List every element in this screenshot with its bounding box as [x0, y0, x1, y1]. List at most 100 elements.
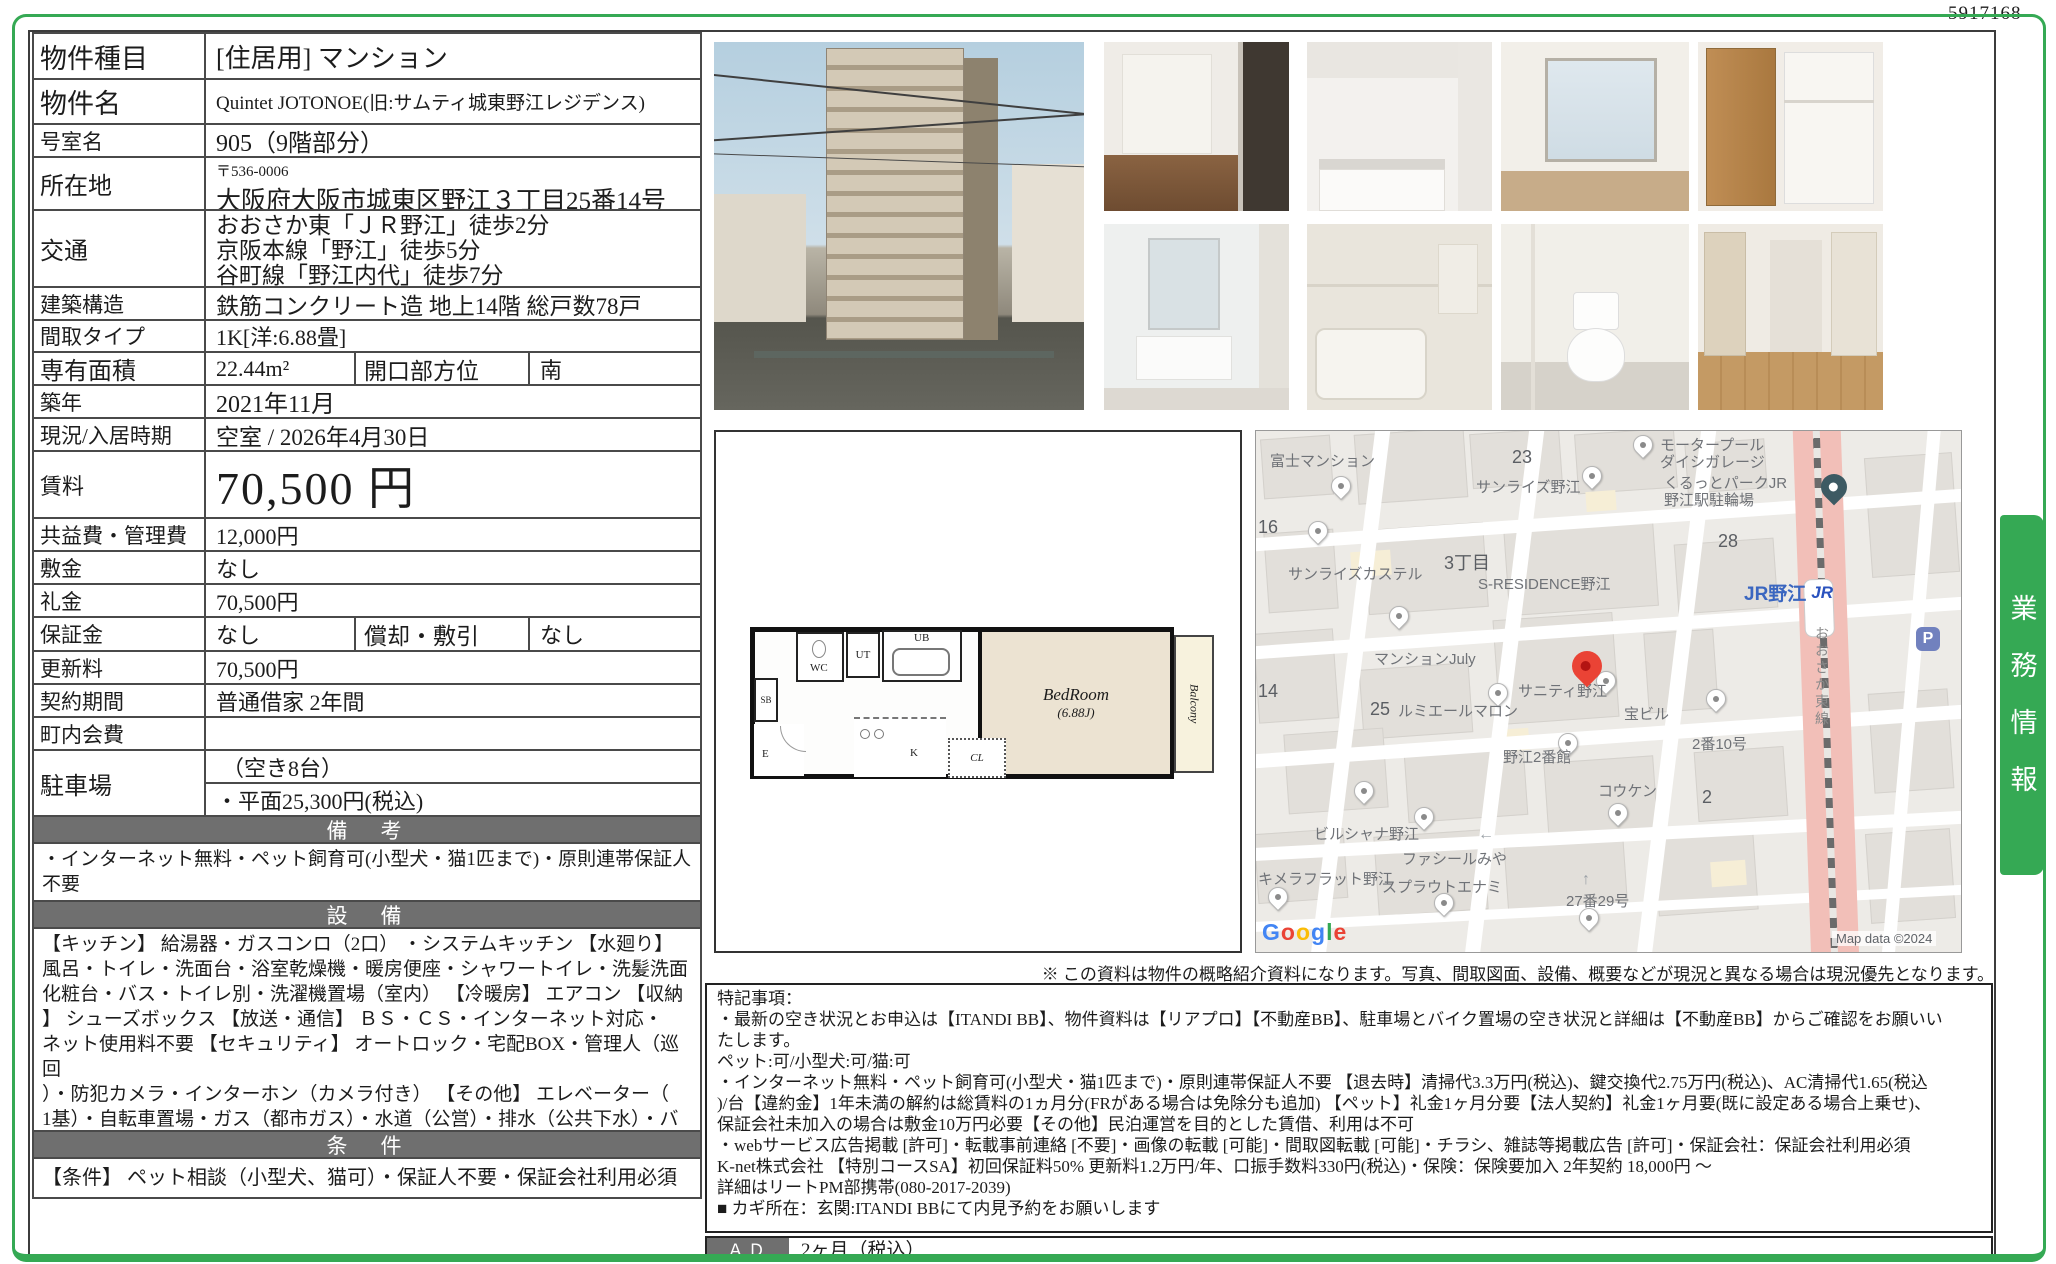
table-row-parking: 駐車場 （空き8台） ・平面25,300円(税込) [34, 751, 700, 817]
row-label: 号室名 [34, 125, 206, 156]
row-label: 建築構造 [34, 288, 206, 319]
floor-plan-kitchen: K [854, 717, 946, 777]
map-label: 2 [1702, 787, 1712, 808]
table-row: 共益費・管理費 12,000円 [34, 519, 700, 552]
row-label: 所在地 [34, 158, 206, 209]
rail-line-label: おおさか東線 [1812, 626, 1832, 728]
section-conditions: 【条件】 ペット相談（小型犬、猫可）・保証人不要・保証会社利用必須 [34, 1159, 700, 1197]
row-value: [住居用] マンション [206, 34, 700, 78]
photo-washroom [1104, 224, 1289, 410]
map-label: 3丁目 [1444, 549, 1490, 575]
access-line: 京阪本線「野江」徒歩5分 [216, 238, 690, 263]
map-label: くるっとパークJR 野江駅駐輪場 [1664, 475, 1787, 509]
ad-label: ＡＤ [707, 1238, 789, 1258]
row-label: 物件名 [34, 80, 206, 123]
row-label: 物件種目 [34, 34, 206, 78]
map-attribution: Map data ©2024 [1832, 931, 1936, 946]
map-label: 16 [1258, 517, 1278, 538]
row-value [206, 718, 700, 749]
table-row: 号室名 905（9階部分） [34, 125, 700, 158]
table-row: 物件種目 [住居用] マンション [34, 34, 700, 80]
section-header-equipment: 設 備 [34, 902, 700, 929]
special-notes: 特記事項： ・最新の空き状況とお申込は【ITANDI BB】、物件資料は【リアプ… [705, 983, 1993, 1233]
door-arc [780, 726, 806, 752]
row-value: なし [530, 618, 700, 650]
floor-plan-bedroom: BedRoom (6.88J) [978, 632, 1170, 774]
floor-plan-entrance: E [754, 724, 804, 776]
table-row: 契約期間 普通借家 2年間 [34, 685, 700, 718]
row-label: 現況/入居時期 [34, 419, 206, 450]
floor-plan-ut: UT [846, 632, 880, 678]
map-label: 28 [1718, 531, 1738, 552]
bedroom-label: BedRoom [1043, 685, 1109, 705]
table-row: 所在地 〒536-0006 大阪府大阪市城東区野江３丁目25番14号 [34, 158, 700, 211]
table-row: 現況/入居時期 空室 / 2026年4月30日 [34, 419, 700, 452]
floor-plan-ub: UB [882, 630, 962, 682]
row-value: 70,500円 [206, 585, 700, 616]
station-label: JR野江JR [1744, 579, 1833, 606]
row-label: 駐車場 [34, 751, 206, 815]
map-label: 27番29号 [1566, 893, 1629, 910]
closet-door [1706, 48, 1776, 206]
row-label: 礼金 [34, 585, 206, 616]
building-facade [826, 48, 964, 340]
map-label: マンションJuly [1374, 651, 1476, 668]
balcony-label: Balcony [1187, 684, 1202, 723]
bathtub-icon [892, 648, 950, 676]
row-value: 70,500円 [206, 652, 700, 683]
map-label: スプラウトエナミ [1382, 879, 1502, 896]
section-header-remarks: 備 考 [34, 817, 700, 844]
table-row: 築年 2021年11月 [34, 386, 700, 419]
map-label: 富士マンション [1270, 453, 1375, 470]
table-row-rent: 賃料 70,500 円 [34, 452, 700, 519]
photo-closet [1698, 42, 1883, 211]
row-label: 更新料 [34, 652, 206, 683]
address: 大阪府大阪市城東区野江３丁目25番14号 [216, 181, 690, 209]
row-label: 間取タイプ [34, 321, 206, 351]
section-header-conditions: 条 件 [34, 1132, 700, 1159]
row-value: Quintet JOTONOE(旧:サムティ城東野江レジデンス) [206, 80, 700, 123]
disclaimer-note: ※ この資料は物件の概略紹介資料になります。写真、間取図面、設備、概要などが現況… [714, 960, 1994, 985]
floor-plan-sb: SB [754, 678, 778, 722]
map-label: サンライズカステル [1288, 566, 1423, 583]
row-value: 2021年11月 [206, 386, 700, 417]
photo-corridor [1698, 224, 1883, 410]
google-logo: Google [1262, 919, 1347, 946]
table-row: 建築構造 鉄筋コンクリート造 地上14階 総戸数78戸 [34, 288, 700, 321]
row-label: 契約期間 [34, 685, 206, 716]
map-label: ビルシャナ野江 [1314, 826, 1419, 843]
map-label: 2番10号 [1692, 736, 1747, 753]
section-remarks: ・インターネット無料・ペット飼育可(小型犬・猫1匹まで)・原則連帯保証人 不要 [34, 844, 700, 902]
bedroom-size-label: (6.88J) [1057, 705, 1094, 721]
map-label: 14 [1258, 681, 1278, 702]
table-row: 敷金 なし [34, 552, 700, 585]
photo-building-exterior [714, 42, 1084, 410]
row-label: 開口部方位 [356, 353, 530, 384]
row-label: 償却・敷引 [356, 618, 530, 650]
row-value: 12,000円 [206, 519, 700, 550]
table-row: 交通 おおさか東「ＪＲ野江」徒歩2分 京阪本線「野江」徒歩5分 谷町線「野江内代… [34, 211, 700, 288]
property-table: 物件種目 [住居用] マンション 物件名 Quintet JOTONOE(旧:サ… [32, 32, 702, 1199]
access-line: 谷町線「野江内代」徒歩7分 [216, 263, 690, 286]
row-value: 南 [530, 353, 700, 384]
row-value: なし [206, 618, 356, 650]
table-row: 専有面積 22.44m² 開口部方位 南 [34, 353, 700, 386]
row-label: 敷金 [34, 552, 206, 583]
business-info-tab: 業務情報 [2000, 515, 2044, 875]
toilet-bowl [1567, 328, 1625, 382]
table-row: 町内会費 [34, 718, 700, 751]
road-arrow-icon: ↑ [1582, 871, 1590, 889]
row-value: 905（9階部分） [206, 125, 700, 156]
rent-value: 70,500 円 [206, 452, 700, 517]
map-label: 野江2番館 [1503, 749, 1571, 766]
toilet-icon [812, 640, 826, 658]
map-label: サンライズ野江 [1476, 479, 1581, 496]
row-value: 1K[洋:6.88畳] [206, 321, 700, 351]
postal-code: 〒536-0006 [216, 160, 690, 181]
access-line: おおさか東「ＪＲ野江」徒歩2分 [216, 213, 690, 238]
row-label: 町内会費 [34, 718, 206, 749]
table-row: 更新料 70,500円 [34, 652, 700, 685]
floor-plan-balcony: Balcony [1174, 635, 1214, 773]
map-label: ルミエールマロン [1398, 703, 1518, 720]
window [1545, 58, 1657, 162]
